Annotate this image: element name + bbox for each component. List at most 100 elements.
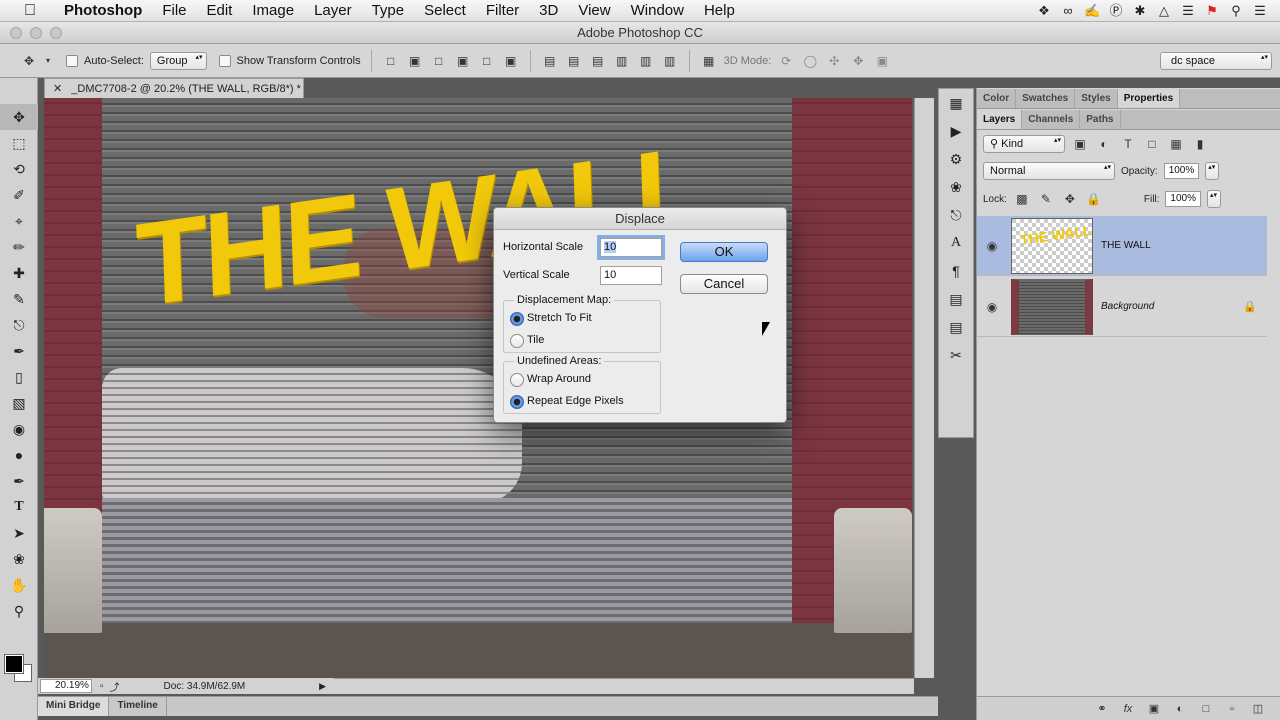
tab-swatches[interactable]: Swatches [1016, 89, 1076, 108]
fill-field[interactable]: 100% [1165, 191, 1201, 207]
tab-timeline[interactable]: Timeline [109, 697, 167, 716]
actions-panel-icon[interactable]: ▶ [939, 117, 973, 145]
notes-panel-icon[interactable]: ▤ [939, 313, 973, 341]
filter-toggle-icon[interactable]: ▮ [1191, 135, 1209, 153]
blend-mode-dropdown[interactable]: Normal [983, 162, 1115, 180]
opacity-field[interactable]: 100% [1163, 163, 1200, 179]
lock-transparent-icon[interactable]: ▩ [1013, 190, 1031, 208]
lasso-tool[interactable]: ⟲ [0, 156, 38, 182]
healing-brush-tool[interactable]: ✚ [0, 260, 38, 286]
layer-filter-kind-dropdown[interactable]: ⚲ Kind [983, 135, 1065, 153]
repeat-edge-pixels-radio[interactable] [510, 395, 524, 409]
align-left-icon[interactable]: ▣ [454, 52, 472, 70]
menu-edit[interactable]: Edit [197, 0, 243, 22]
eyedropper-tool[interactable]: ✏ [0, 234, 38, 260]
blur-tool[interactable]: ◉ [0, 416, 38, 442]
menu-filter[interactable]: Filter [476, 0, 529, 22]
paragraph-panel-icon[interactable]: ¶ [939, 257, 973, 285]
close-tab-icon[interactable]: ✕ [53, 83, 62, 95]
align-vcenter-icon[interactable]: ▣ [406, 52, 424, 70]
auto-align-icon[interactable]: ▦ [700, 52, 718, 70]
workspace-dropdown[interactable]: dc space [1160, 51, 1272, 70]
3d-rotate-icon[interactable]: ⟳ [777, 52, 795, 70]
filter-shape-icon[interactable]: □ [1143, 135, 1161, 153]
menu-image[interactable]: Image [242, 0, 304, 22]
3d-slide-icon[interactable]: ✥ [849, 52, 867, 70]
pen-tool[interactable]: ✒ [0, 468, 38, 494]
document-size-info[interactable]: Doc: 34.9M/62.9M [164, 681, 246, 692]
new-adjustment-icon[interactable]: ◐ [1171, 703, 1189, 715]
vertical-scrollbar[interactable] [914, 98, 934, 678]
layer-row-the-wall[interactable]: ◉ THE WALL THE WALL [977, 216, 1267, 276]
hand-tool[interactable]: ✋ [0, 572, 38, 598]
cancel-button[interactable]: Cancel [680, 274, 768, 294]
tab-layers[interactable]: Layers [977, 110, 1023, 129]
align-bottom-icon[interactable]: □ [430, 52, 448, 70]
adjustments-panel-icon[interactable]: ⚙ [939, 145, 973, 173]
history-panel-icon[interactable]: ▦ [939, 89, 973, 117]
filter-smart-object-icon[interactable]: ▦ [1167, 135, 1185, 153]
canada-flag-icon[interactable]: ⚑ [1204, 4, 1220, 18]
lock-image-icon[interactable]: ✎ [1037, 190, 1055, 208]
visibility-eye-icon[interactable]: ◉ [977, 300, 1007, 314]
menu-help[interactable]: Help [694, 0, 745, 22]
distribute-hcenter-icon[interactable]: ▥ [637, 52, 655, 70]
menu-photoshop[interactable]: Photoshop [54, 0, 152, 22]
move-tool-icon[interactable]: ✥ [20, 52, 38, 70]
character-panel-icon[interactable]: A [939, 229, 973, 257]
brush-panel-icon[interactable]: ❀ [939, 173, 973, 201]
menu-type[interactable]: Type [362, 0, 415, 22]
close-window-icon[interactable] [10, 27, 22, 39]
tile-radio[interactable] [510, 334, 524, 348]
menu-window[interactable]: Window [621, 0, 694, 22]
menu-3d[interactable]: 3D [529, 0, 568, 22]
align-right-icon[interactable]: ▣ [502, 52, 520, 70]
bluetooth-icon[interactable]: ✱ [1132, 4, 1148, 18]
wrap-around-radio[interactable] [510, 373, 524, 387]
paypal-icon[interactable]: Ⓟ [1108, 4, 1124, 18]
ok-button[interactable]: OK [680, 242, 768, 262]
menu-file[interactable]: File [152, 0, 196, 22]
path-select-tool[interactable]: ➤ [0, 520, 38, 546]
fill-slider-toggle[interactable] [1207, 190, 1221, 208]
status-menu-arrow-icon[interactable]: ▶ [319, 681, 326, 692]
clone-source-panel-icon[interactable]: ⎋ [939, 201, 973, 229]
tool-presets-panel-icon[interactable]: ✂ [939, 341, 973, 369]
auto-select-group-dropdown[interactable]: Group [149, 51, 207, 70]
3d-drag-icon[interactable]: ✣ [825, 52, 843, 70]
auto-select-checkbox[interactable] [66, 54, 78, 67]
distribute-vcenter-icon[interactable]: ▤ [565, 52, 583, 70]
tile-label[interactable]: Tile [527, 334, 544, 346]
repeat-edge-pixels-label[interactable]: Repeat Edge Pixels [527, 395, 624, 407]
new-layer-icon[interactable]: ▫ [1223, 703, 1241, 715]
tab-paths[interactable]: Paths [1080, 110, 1121, 129]
tab-styles[interactable]: Styles [1075, 89, 1118, 108]
gradient-tool[interactable]: ▧ [0, 390, 38, 416]
opacity-slider-toggle[interactable] [1205, 162, 1220, 180]
apple-logo-icon[interactable]:  [20, 2, 40, 20]
tab-color[interactable]: Color [977, 89, 1017, 108]
quick-select-tool[interactable]: ✐ [0, 182, 38, 208]
link-layers-icon[interactable]: ⚭ [1093, 702, 1111, 715]
distribute-top-icon[interactable]: ▤ [541, 52, 559, 70]
tab-mini-bridge[interactable]: Mini Bridge [38, 697, 110, 716]
evernote-icon[interactable]: ✍ [1084, 4, 1100, 18]
clone-stamp-tool[interactable]: ⎋ [0, 312, 38, 338]
marquee-tool[interactable]: ⬚ [0, 130, 38, 156]
delete-layer-icon[interactable]: ◫ [1249, 702, 1267, 715]
tool-preset-chevron-icon[interactable]: ▾ [44, 52, 52, 70]
distribute-left-icon[interactable]: ▥ [613, 52, 631, 70]
layer-name[interactable]: THE WALL [1101, 240, 1151, 251]
3d-roll-icon[interactable]: ◯ [801, 52, 819, 70]
lock-position-icon[interactable]: ✥ [1061, 190, 1079, 208]
stretch-to-fit-label[interactable]: Stretch To Fit [527, 312, 592, 324]
zoom-tool[interactable]: ⚲ [0, 598, 38, 624]
timeline-toggle-icon[interactable]: ▫ [100, 681, 104, 692]
info-panel-icon[interactable]: ▤ [939, 285, 973, 313]
eraser-tool[interactable]: ▯ [0, 364, 38, 390]
show-transform-checkbox[interactable] [218, 54, 231, 67]
new-group-icon[interactable]: □ [1197, 703, 1215, 715]
document-tab[interactable]: ✕ _DMC7708-2 @ 20.2% (THE WALL, RGB/8*) … [44, 78, 304, 98]
airplay-icon[interactable]: △ [1156, 4, 1172, 18]
3d-scale-icon[interactable]: ▣ [873, 52, 891, 70]
